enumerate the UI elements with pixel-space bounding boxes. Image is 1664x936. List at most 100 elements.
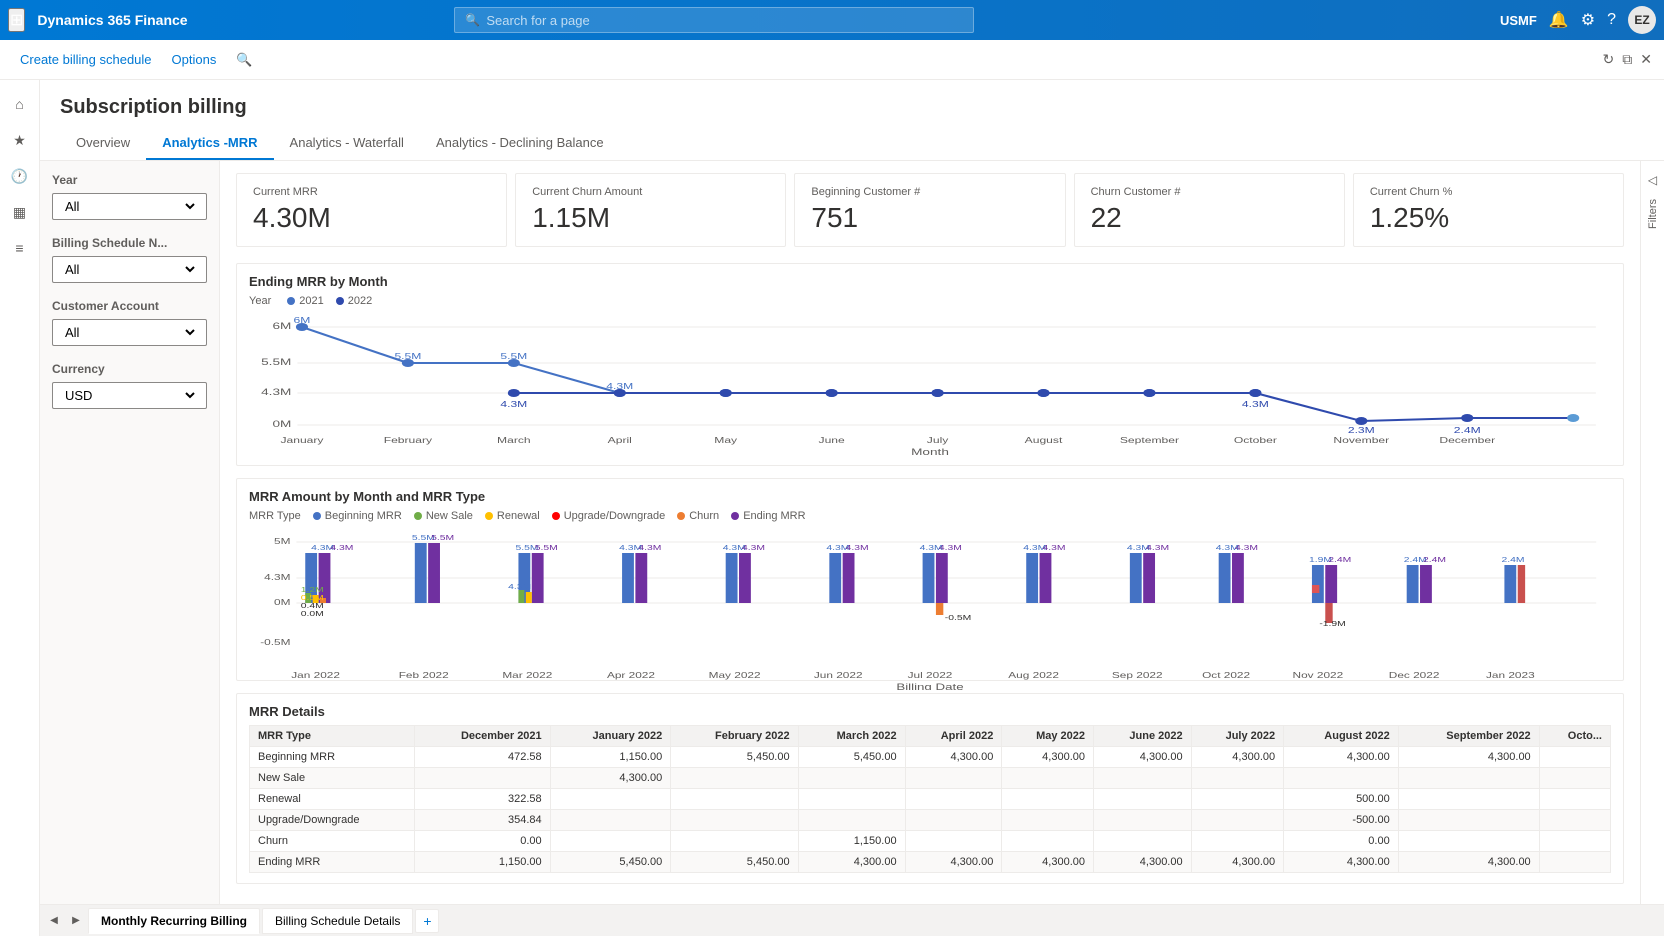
svg-text:September: September	[1120, 437, 1180, 446]
kpi-churn-customer-label: Churn Customer #	[1091, 186, 1328, 198]
row-beginning-mrr-label: Beginning MRR	[250, 747, 415, 768]
legend-dot-upgrade	[552, 512, 560, 520]
close-button[interactable]: ✕	[1640, 51, 1652, 68]
home-icon[interactable]: ⌂	[4, 88, 36, 120]
row-ending-dec21: 1,150.00	[414, 852, 550, 873]
svg-text:2.3M: 2.3M	[1348, 427, 1375, 436]
legend-label-renewal: Renewal	[497, 510, 540, 522]
mrr-col-dec-2021: December 2021	[414, 726, 550, 747]
row-renewal-feb22	[671, 789, 798, 810]
row-beginning-dec21: 472.58	[414, 747, 550, 768]
currency-filter-select[interactable]: USD EUR	[52, 382, 207, 409]
svg-text:February: February	[384, 437, 433, 446]
workspaces-icon[interactable]: ▦	[4, 196, 36, 228]
create-billing-button[interactable]: Create billing schedule	[12, 48, 160, 71]
currency-select-input[interactable]: USD EUR	[61, 387, 198, 404]
svg-text:July: July	[927, 437, 950, 446]
legend-upgrade-downgrade: Upgrade/Downgrade	[552, 510, 666, 522]
legend-dot-churn	[677, 512, 685, 520]
kpi-beginning-customer-label: Beginning Customer #	[811, 186, 1048, 198]
grid-menu-icon[interactable]: ⊞	[8, 8, 25, 32]
add-sheet-button[interactable]: +	[415, 909, 439, 933]
charts-area: Current MRR 4.30M Current Churn Amount 1…	[220, 161, 1640, 908]
row-churn-dec21: 0.00	[414, 831, 550, 852]
row-renewal-apr22	[905, 789, 1002, 810]
refresh-button[interactable]: ↻	[1603, 51, 1615, 68]
svg-text:4.3M: 4.3M	[846, 544, 869, 552]
bottom-tab-billing-schedule[interactable]: Billing Schedule Details	[262, 908, 413, 934]
tab-overview[interactable]: Overview	[60, 127, 146, 160]
svg-text:May 2022: May 2022	[709, 672, 761, 681]
tab-analytics-mrr[interactable]: Analytics -MRR	[146, 127, 273, 160]
help-icon[interactable]: ?	[1607, 11, 1616, 29]
user-avatar[interactable]: EZ	[1628, 6, 1656, 34]
tab-analytics-declining[interactable]: Analytics - Declining Balance	[420, 127, 620, 160]
bottom-nav-next[interactable]: ▶	[66, 911, 86, 931]
row-churn-jun22	[1094, 831, 1192, 852]
mrr-bar-chart-legend: MRR Type Beginning MRR New Sale Renewal	[249, 510, 1611, 522]
svg-text:Month: Month	[911, 448, 949, 455]
tab-analytics-waterfall[interactable]: Analytics - Waterfall	[274, 127, 420, 160]
page-header: Subscription billing	[40, 80, 1664, 127]
legend-label-upgrade: Upgrade/Downgrade	[564, 510, 666, 522]
modules-icon[interactable]: ≡	[4, 232, 36, 264]
svg-text:Jul 2022: Jul 2022	[908, 672, 953, 681]
row-new-sale-feb22	[671, 768, 798, 789]
search-bar[interactable]: 🔍	[454, 7, 974, 33]
legend-dot-2021	[287, 297, 295, 305]
row-renewal-jun22	[1094, 789, 1192, 810]
row-upgrade-jan22	[550, 810, 671, 831]
table-row: Renewal 322.58 500.00	[250, 789, 1611, 810]
mrr-table-scroll[interactable]: MRR Type December 2021 January 2022 Febr…	[249, 725, 1611, 873]
year-filter-select[interactable]: All 2021 2022	[52, 193, 207, 220]
billing-schedule-filter-select[interactable]: All	[52, 256, 207, 283]
recent-icon[interactable]: 🕐	[4, 160, 36, 192]
kpi-current-churn-pct-label: Current Churn %	[1370, 186, 1607, 198]
kpi-beginning-customer: Beginning Customer # 751	[794, 173, 1065, 247]
svg-text:Jan 2022: Jan 2022	[291, 672, 340, 681]
open-new-window-button[interactable]: ⧉	[1622, 51, 1632, 68]
svg-text:March: March	[497, 437, 531, 446]
bottom-tabs-bar: ◀ ▶ Monthly Recurring Billing Billing Sc…	[40, 904, 1664, 936]
settings-icon[interactable]: ⚙	[1581, 10, 1595, 30]
kpi-current-mrr-value: 4.30M	[253, 202, 490, 234]
favorites-icon[interactable]: ★	[4, 124, 36, 156]
row-churn-jan22	[550, 831, 671, 852]
customer-account-filter-select[interactable]: All	[52, 319, 207, 346]
billing-schedule-filter-group: Billing Schedule N... All	[52, 236, 207, 283]
billing-schedule-select-input[interactable]: All	[61, 261, 198, 278]
page-tabs: Overview Analytics -MRR Analytics - Wate…	[40, 127, 1664, 161]
filters-label[interactable]: Filters	[1647, 199, 1659, 229]
customer-account-select-input[interactable]: All	[61, 324, 198, 341]
year-select-input[interactable]: All 2021 2022	[61, 198, 198, 215]
table-row: Churn 0.00 1,150.00 0.00	[250, 831, 1611, 852]
svg-text:2.4M: 2.4M	[1328, 556, 1351, 564]
row-upgrade-sep22	[1398, 810, 1539, 831]
row-upgrade-oct	[1539, 810, 1610, 831]
toolbar-search-button[interactable]: 🔍	[228, 48, 260, 72]
row-ending-aug22: 4,300.00	[1284, 852, 1399, 873]
bottom-tab-monthly-recurring[interactable]: Monthly Recurring Billing	[88, 908, 260, 934]
svg-text:Oct 2022: Oct 2022	[1202, 672, 1250, 681]
bottom-nav-prev[interactable]: ◀	[44, 911, 64, 931]
mrr-bar-chart: 5M 4.3M 0M -0.5M	[249, 530, 1611, 670]
svg-text:November: November	[1333, 437, 1389, 446]
options-button[interactable]: Options	[164, 48, 225, 71]
legend-dot-new-sale	[414, 512, 422, 520]
svg-text:April: April	[608, 437, 632, 446]
search-input[interactable]	[486, 13, 963, 28]
legend-churn: Churn	[677, 510, 719, 522]
filters-text: Filters	[1647, 199, 1659, 229]
right-filters-toggle-icon[interactable]: ◁	[1644, 169, 1661, 191]
row-churn-sep22	[1398, 831, 1539, 852]
mrr-col-apr-2022: April 2022	[905, 726, 1002, 747]
legend-dot-renewal	[485, 512, 493, 520]
legend-label-new-sale: New Sale	[426, 510, 473, 522]
nav-user-label: USMF	[1500, 13, 1537, 28]
currency-filter-label: Currency	[52, 362, 207, 376]
row-beginning-may22: 4,300.00	[1002, 747, 1094, 768]
notification-icon[interactable]: 🔔	[1549, 10, 1569, 30]
row-beginning-jan22: 1,150.00	[550, 747, 671, 768]
ending-mrr-chart-legend: Year 2021 2022	[249, 295, 1611, 307]
toolbar: Create billing schedule Options 🔍 ↻ ⧉ ✕	[0, 40, 1664, 80]
